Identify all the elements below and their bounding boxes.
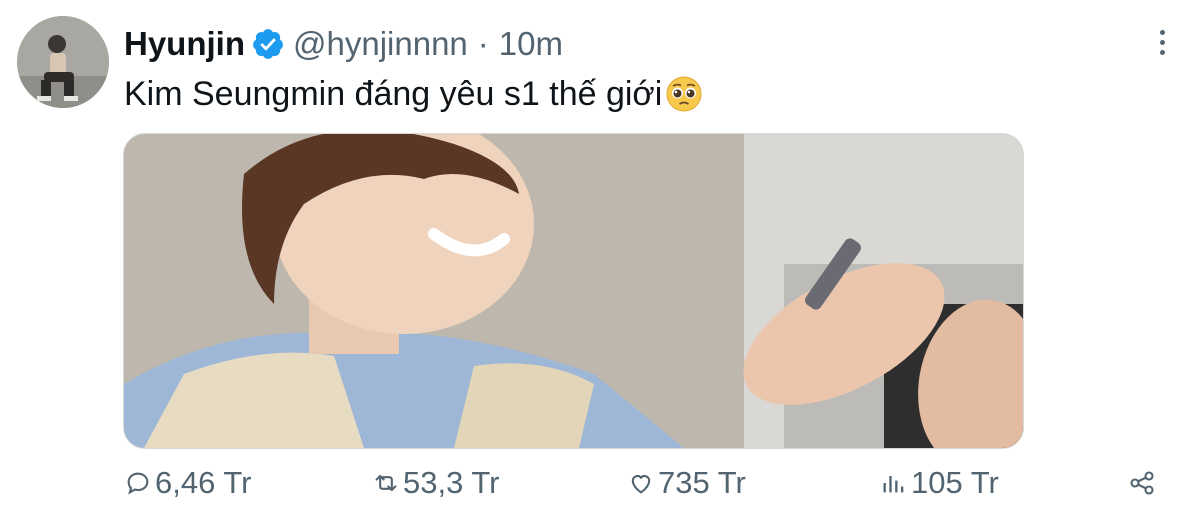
tweet-text: Kim Seungmin đáng yêu s1 thế giới (124, 74, 663, 113)
reply-count: 6,46 Tr (155, 465, 252, 500)
retweet-button[interactable]: 53,3 Tr (372, 460, 500, 506)
reply-button[interactable]: 6,46 Tr (124, 460, 252, 506)
tweet-text-container: Kim Seungmin đáng yêu s1 thế giới (124, 74, 704, 114)
share-icon (1130, 471, 1154, 495)
retweet-count: 53,3 Tr (403, 465, 500, 500)
tweet-header: Hyunjin @hynjinnnn · 10m (124, 22, 563, 66)
like-count: 735 Tr (658, 465, 746, 500)
reply-icon (127, 472, 149, 495)
author-name[interactable]: Hyunjin (124, 25, 245, 63)
author-avatar[interactable] (17, 16, 109, 108)
verified-badge-icon (251, 27, 285, 61)
analytics-icon (883, 476, 904, 493)
tweet-actions-bar: 6,46 Tr 53,3 Tr 735 Tr 105 Tr (0, 460, 1200, 510)
more-vertical-icon[interactable] (1148, 28, 1176, 56)
share-button[interactable] (1128, 460, 1160, 506)
retweet-icon (375, 474, 397, 492)
tweet-timestamp[interactable]: 10m (499, 25, 563, 63)
photo-image (124, 134, 1023, 448)
like-button[interactable]: 735 Tr (627, 460, 746, 506)
views-count: 105 Tr (911, 465, 999, 500)
tweet-media-photo[interactable] (123, 133, 1024, 449)
separator-dot: · (477, 25, 489, 62)
views-button[interactable]: 105 Tr (880, 460, 999, 506)
pleading-face-emoji (664, 74, 704, 114)
heart-icon (631, 475, 651, 494)
author-handle[interactable]: @hynjinnnn (293, 25, 468, 63)
avatar-photo (17, 16, 109, 108)
